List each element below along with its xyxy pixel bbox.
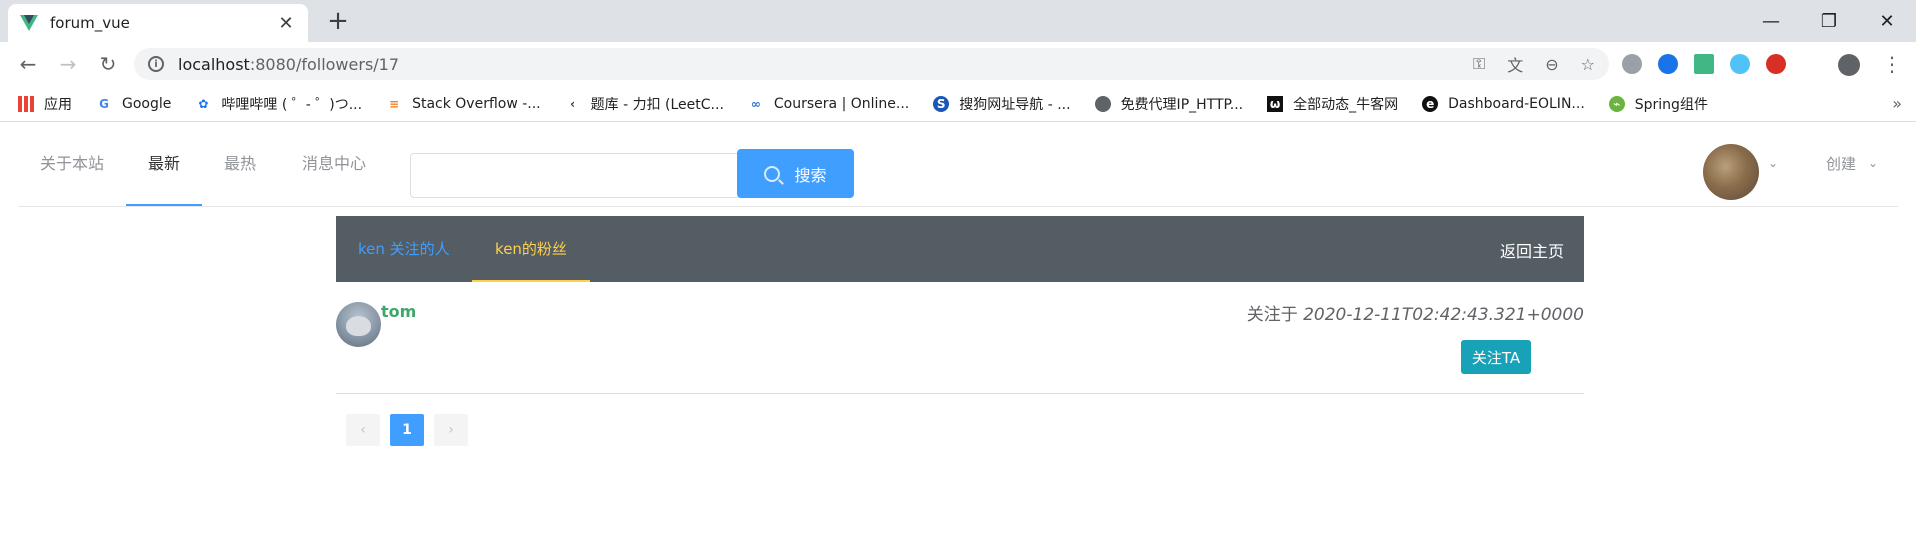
translate-icon[interactable]: 文 [1507, 52, 1523, 76]
app-nav: 关于本站 最新 最热 消息中心 搜索 ⌄ 创建 ⌄ [18, 122, 1898, 207]
page-number[interactable]: 1 [390, 414, 424, 446]
bookmark-label: 全部动态_牛客网 [1293, 96, 1399, 113]
google-icon: G [99, 96, 109, 111]
prev-page-button[interactable]: ‹ [346, 414, 380, 446]
nav-about[interactable]: 关于本站 [18, 122, 126, 206]
address-bar[interactable]: i localhost:8080/followers/17 ⚿ 文 ⊖ ☆ [134, 48, 1609, 80]
bookmark-item[interactable]: ω 全部动态_牛客网 [1267, 94, 1398, 114]
vue-logo-icon [20, 15, 38, 31]
nowcoder-icon: ω [1267, 95, 1284, 112]
eolinker-icon: e [1422, 95, 1439, 112]
browser-toolbar: ← → ↻ i localhost:8080/followers/17 ⚿ 文 … [0, 42, 1916, 86]
search-button[interactable]: 搜索 [737, 149, 854, 198]
followed-prefix: 关注于 [1246, 305, 1298, 325]
extension-block-icon[interactable] [1766, 54, 1786, 74]
follower-name[interactable]: tom [381, 302, 416, 321]
bookmark-item[interactable]: e Dashboard-EOLIN... [1422, 95, 1585, 112]
follow-button[interactable]: 关注TA [1461, 340, 1531, 374]
url-path: :8080/followers/17 [249, 54, 400, 74]
create-menu[interactable]: 创建 [1826, 122, 1856, 206]
reload-button[interactable]: ↻ [92, 48, 124, 80]
bookmark-label: Stack Overflow -... [412, 95, 541, 112]
globe-icon [1094, 95, 1111, 112]
search-button-label: 搜索 [794, 165, 827, 185]
leetcode-icon: ‹ [570, 96, 576, 111]
site-info-icon[interactable]: i [148, 56, 164, 72]
omnibox-actions: ⚿ 文 ⊖ ☆ [1473, 48, 1595, 80]
vue-devtools-icon[interactable] [1694, 54, 1714, 74]
search-input[interactable] [410, 153, 740, 198]
nav-hottest[interactable]: 最热 [202, 122, 278, 206]
bookmarks-bar: 应用 G Google ✿ 哔哩哔哩 ( ゜- ゜)つ... ≡ Stack O… [0, 86, 1916, 122]
follower-avatar[interactable] [336, 302, 381, 347]
bookmark-item[interactable]: ‹ 题库 - 力扣 (LeetC... [565, 94, 724, 114]
bilibili-icon: ✿ [198, 96, 209, 111]
bookmark-label: Spring组件 [1634, 96, 1708, 113]
more-bookmarks-icon[interactable]: » [1892, 94, 1902, 113]
browser-tab-strip: forum_vue ✕ + — ❐ ✕ [0, 0, 1916, 42]
follower-row: tom 关注于 2020-12-11T02:42:43.321+0000 关注T… [336, 294, 1584, 394]
bookmark-label: 哔哩哔哩 ( ゜- ゜)つ... [221, 96, 363, 113]
extension-p-icon[interactable] [1730, 54, 1750, 74]
extension-globe-icon[interactable] [1658, 54, 1678, 74]
bookmark-label: 搜狗网址导航 - ... [959, 96, 1071, 113]
avatar-chevron-down-icon[interactable]: ⌄ [1768, 156, 1778, 170]
bookmark-item[interactable]: S 搜狗网址导航 - ... [933, 94, 1071, 114]
browser-menu-icon[interactable]: ⋮ [1882, 52, 1902, 76]
bookmark-star-icon[interactable]: ☆ [1581, 55, 1595, 74]
bookmark-item[interactable]: 免费代理IP_HTTP... [1094, 94, 1244, 114]
new-tab-button[interactable]: + [322, 6, 354, 38]
spring-icon: ⌁ [1608, 95, 1625, 112]
bookmark-label: Dashboard-EOLIN... [1448, 95, 1585, 112]
search-icon [764, 165, 781, 182]
bookmark-item[interactable]: ∞ Coursera | Online... [748, 96, 909, 112]
profile-icon[interactable] [1838, 54, 1860, 76]
pagination: ‹ 1 › [346, 414, 468, 446]
extensions-area [1622, 48, 1786, 80]
coursera-icon: ∞ [750, 96, 761, 111]
bookmark-item[interactable]: G Google [96, 96, 171, 112]
apps-grid-icon [18, 95, 34, 112]
bookmark-item[interactable]: 应用 [18, 94, 72, 114]
tab-title: forum_vue [50, 14, 130, 32]
back-button[interactable]: ← [12, 48, 44, 80]
restore-button[interactable]: ❐ [1800, 0, 1858, 42]
back-home-link[interactable]: 返回主页 [1500, 216, 1564, 282]
forward-button[interactable]: → [52, 48, 84, 80]
followed-at: 关注于 2020-12-11T02:42:43.321+0000 [1247, 300, 1584, 325]
stackoverflow-icon: ≡ [389, 96, 400, 111]
bookmark-item[interactable]: ≡ Stack Overflow -... [386, 96, 541, 112]
close-tab-icon[interactable]: ✕ [276, 13, 296, 34]
browser-tab[interactable]: forum_vue ✕ [8, 4, 308, 42]
bookmark-item[interactable]: ⌁ Spring组件 [1608, 94, 1708, 114]
extension-icon[interactable] [1622, 54, 1642, 74]
bookmark-label: 应用 [44, 96, 72, 113]
bookmark-label: 免费代理IP_HTTP... [1120, 96, 1244, 113]
bookmark-label: 题库 - 力扣 (LeetC... [590, 96, 724, 113]
user-avatar[interactable] [1703, 144, 1759, 200]
create-chevron-down-icon[interactable]: ⌄ [1868, 156, 1878, 170]
sogou-icon: S [933, 95, 950, 112]
close-window-button[interactable]: ✕ [1858, 0, 1916, 42]
tab-following[interactable]: ken 关注的人 [358, 216, 450, 282]
url-host: localhost [178, 54, 250, 74]
bookmark-label: Coursera | Online... [773, 95, 910, 112]
next-page-button[interactable]: › [434, 414, 468, 446]
followed-timestamp: 2020-12-11T02:42:43.321+0000 [1303, 305, 1584, 325]
minimize-button[interactable]: — [1742, 0, 1800, 42]
nav-messages[interactable]: 消息中心 [278, 122, 390, 206]
nav-latest[interactable]: 最新 [126, 122, 202, 206]
key-icon[interactable]: ⚿ [1473, 54, 1485, 74]
tab-followers[interactable]: ken的粉丝 [472, 216, 590, 282]
bookmark-item[interactable]: ✿ 哔哩哔哩 ( ゜- ゜)つ... [195, 94, 362, 114]
zoom-icon[interactable]: ⊖ [1545, 55, 1558, 74]
follow-subnav: ken 关注的人 ken的粉丝 返回主页 [336, 216, 1584, 282]
bookmark-label: Google [122, 95, 172, 112]
